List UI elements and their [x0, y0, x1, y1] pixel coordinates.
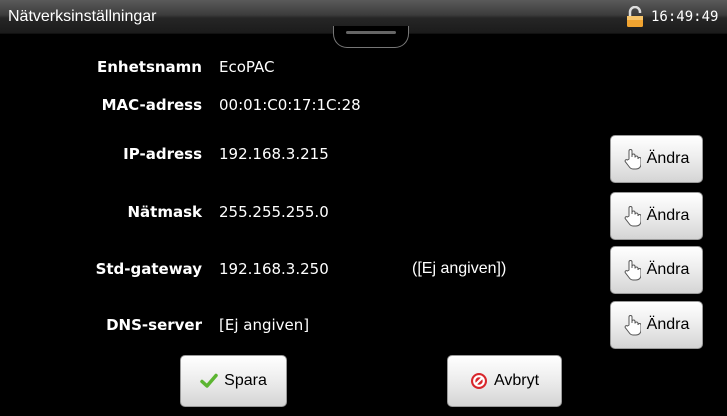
- pull-down-tab-handle[interactable]: [333, 26, 409, 48]
- dns-server-label: DNS-server: [106, 316, 202, 334]
- pointing-hand-icon: [624, 260, 641, 281]
- edit-ip-button[interactable]: Ändra: [610, 135, 703, 183]
- edit-netmask-button[interactable]: Ändra: [610, 192, 703, 240]
- cancel-button-label: Avbryt: [493, 372, 540, 389]
- ip-address-value: 192.168.3.215: [219, 145, 329, 163]
- device-name-value: EcoPAC: [219, 58, 275, 76]
- pointing-hand-icon: [624, 206, 641, 227]
- save-button[interactable]: Spara: [180, 355, 287, 407]
- edit-gateway-button[interactable]: Ändra: [610, 246, 703, 294]
- handle-bar: [346, 31, 396, 34]
- mac-address-value: 00:01:C0:17:1C:28: [219, 96, 361, 114]
- page-title: Nätverksinställningar: [8, 8, 157, 25]
- pointing-hand-icon: [624, 315, 641, 336]
- gateway-value: 192.168.3.250: [219, 260, 329, 278]
- cancel-icon: [470, 373, 487, 389]
- save-button-label: Spara: [224, 372, 267, 389]
- gateway-label: Std-gateway: [95, 260, 202, 278]
- unlocked-padlock-icon[interactable]: [626, 6, 644, 28]
- checkmark-icon: [200, 373, 218, 388]
- cancel-button[interactable]: Avbryt: [447, 355, 562, 407]
- edit-ip-button-label: Ändra: [646, 150, 690, 167]
- pointing-hand-icon: [624, 149, 641, 170]
- edit-netmask-button-label: Ändra: [646, 207, 690, 224]
- clock: 16:49:49: [651, 9, 719, 25]
- netmask-value: 255.255.255.0: [219, 203, 329, 221]
- dns-server-value: [Ej angiven]: [219, 316, 310, 334]
- edit-gateway-button-label: Ändra: [646, 261, 690, 278]
- ip-address-label: IP-adress: [123, 145, 202, 163]
- gateway-note: ([Ej angiven]): [412, 260, 507, 277]
- edit-dns-button-label: Ändra: [646, 316, 690, 333]
- mac-address-label: MAC-adress: [101, 96, 202, 114]
- netmask-label: Nätmask: [127, 203, 202, 221]
- edit-dns-button[interactable]: Ändra: [610, 301, 703, 349]
- device-name-label: Enhetsnamn: [97, 58, 202, 76]
